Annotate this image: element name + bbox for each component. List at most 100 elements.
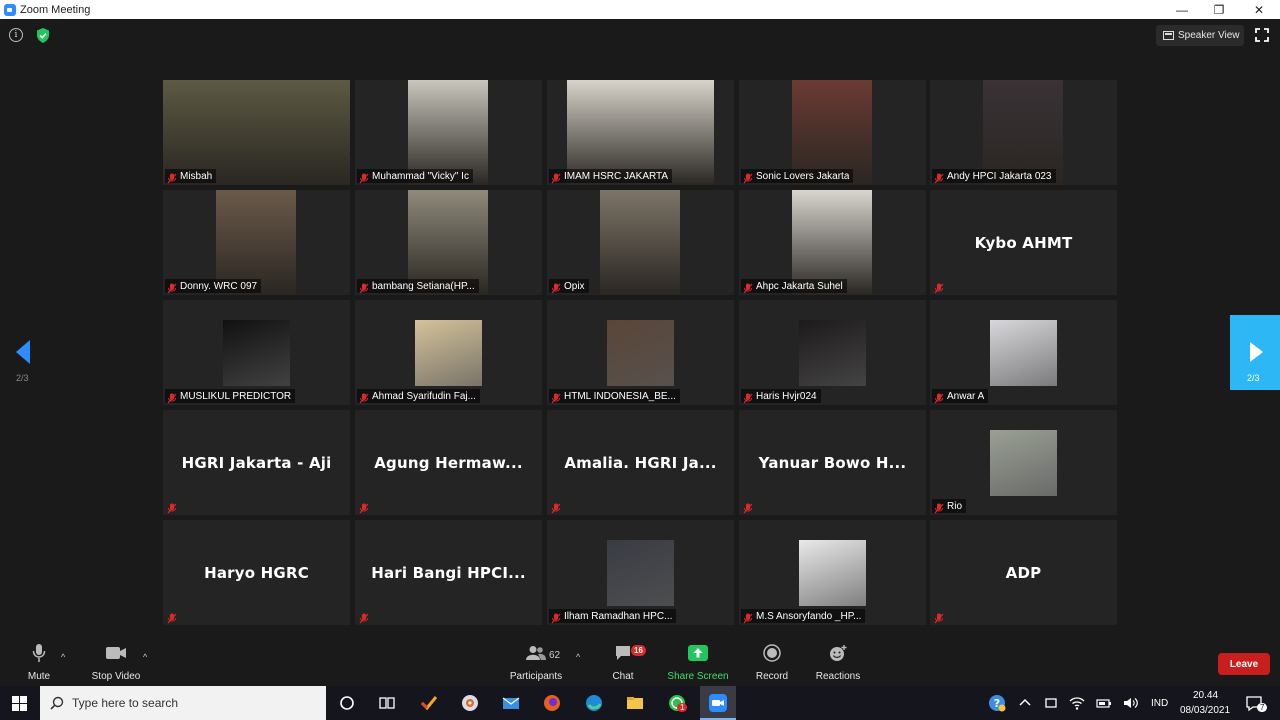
taskbar-search-box[interactable]: Type here to search (40, 686, 326, 720)
wifi-icon[interactable] (1068, 694, 1086, 712)
participant-tile[interactable]: Amalia. HGRI Ja... (547, 410, 734, 515)
tray-chevron-up-icon[interactable] (1016, 694, 1034, 712)
task-view-icon[interactable] (378, 694, 396, 712)
cortana-icon[interactable] (338, 694, 356, 712)
participant-name-tag (549, 499, 568, 513)
share-screen-button[interactable]: Share Screen (666, 640, 730, 686)
battery-icon[interactable] (1095, 694, 1113, 712)
participant-tile[interactable]: Andy HPCI Jakarta 023 (930, 80, 1117, 185)
leave-button[interactable]: Leave (1218, 653, 1270, 675)
participant-tile[interactable]: Muhammad "Vicky" Ic (355, 80, 542, 185)
participants-button[interactable]: Participants (506, 640, 566, 686)
microphone-muted-icon (359, 281, 369, 293)
participant-profile-picture (799, 540, 866, 606)
meet-now-icon[interactable] (1042, 694, 1060, 712)
previous-page-button[interactable]: 2/3 (12, 336, 36, 386)
fullscreen-icon[interactable] (1255, 28, 1269, 42)
stop-video-button[interactable]: Stop Video (88, 640, 144, 686)
maximize-button[interactable]: ❐ (1199, 0, 1239, 19)
participant-tile[interactable]: Ahmad Syarifudin Faj... (355, 300, 542, 405)
page-indicator-left: 2/3 (16, 373, 29, 383)
participant-tile[interactable]: Yanuar Bowo H... (739, 410, 926, 515)
mute-button[interactable]: Mute (24, 640, 54, 686)
participant-tile[interactable]: HGRI Jakarta - Aji (163, 410, 350, 515)
windows-start-icon[interactable] (12, 696, 27, 711)
participant-name-label: MUSLIKUL PREDICTOR (180, 390, 292, 402)
reactions-button[interactable]: Reactions (813, 640, 863, 686)
chat-button[interactable]: 16 Chat (606, 640, 646, 686)
media-player-icon[interactable] (461, 694, 479, 712)
participant-tile[interactable]: Misbah (163, 80, 350, 185)
participant-name-label: Ahpc Jakarta Suhel (756, 280, 843, 292)
participant-tile[interactable]: Donny. WRC 097 (163, 190, 350, 295)
meeting-info-icon[interactable]: i (9, 28, 23, 42)
microphone-muted-icon (551, 171, 561, 183)
participant-name-tag: MUSLIKUL PREDICTOR (165, 389, 296, 403)
participant-video (600, 190, 680, 295)
chat-label: Chat (612, 671, 634, 682)
participant-display-name: ADP (1005, 563, 1042, 582)
participant-tile[interactable]: Haris Hvjr024 (739, 300, 926, 405)
participant-display-name: HGRI Jakarta - Aji (181, 453, 332, 472)
participant-name-label: IMAM HSRC JAKARTA (564, 170, 669, 182)
zoom-taskbar-button[interactable] (700, 686, 736, 720)
zoom-logo-icon (4, 3, 16, 16)
minimize-button[interactable]: — (1162, 0, 1202, 19)
participant-name-tag: M.S Ansoryfando _HP... (741, 609, 866, 623)
volume-icon[interactable] (1122, 694, 1140, 712)
participant-tile[interactable]: Sonic Lovers Jakarta (739, 80, 926, 185)
mail-icon[interactable] (502, 694, 520, 712)
participant-tile[interactable]: IMAM HSRC JAKARTA (547, 80, 734, 185)
participant-display-name: Haryo HGRC (204, 563, 309, 582)
audio-options-caret[interactable]: ^ (61, 652, 65, 662)
edge-browser-icon[interactable] (585, 694, 603, 712)
microphone-muted-icon (167, 171, 177, 183)
next-page-button[interactable]: 2/3 (1230, 315, 1280, 390)
participant-tile[interactable]: M.S Ansoryfando _HP... (739, 520, 926, 625)
participant-profile-picture (990, 320, 1057, 386)
participant-profile-picture (415, 320, 482, 386)
participants-options-caret[interactable]: ^ (576, 652, 580, 662)
encryption-shield-icon[interactable] (36, 28, 50, 43)
participant-tile[interactable]: Kybo AHMT (930, 190, 1117, 295)
emoji-smile-icon (828, 640, 848, 666)
participant-tile[interactable]: ADP (930, 520, 1117, 625)
participant-tile[interactable]: MUSLIKUL PREDICTOR (163, 300, 350, 405)
participant-name-label: Donny. WRC 097 (180, 280, 258, 292)
participant-name-tag: bambang Setiana(HP... (357, 279, 479, 293)
participant-tile[interactable]: Anwar A (930, 300, 1117, 405)
microphone-muted-icon (743, 501, 753, 513)
participant-name-label: Misbah (180, 170, 213, 182)
participant-name-tag (165, 499, 184, 513)
participant-tile[interactable]: Opix (547, 190, 734, 295)
participant-tile[interactable]: Ahpc Jakarta Suhel (739, 190, 926, 295)
speaker-view-button[interactable]: Speaker View (1156, 25, 1244, 46)
firefox-icon[interactable] (543, 694, 561, 712)
clock-time[interactable]: 20.44 (1193, 690, 1218, 701)
input-language[interactable]: IND (1151, 698, 1168, 709)
record-label: Record (755, 671, 789, 682)
clock-date[interactable]: 08/03/2021 (1180, 705, 1230, 716)
participant-tile[interactable]: Agung Hermaw... (355, 410, 542, 515)
chat-bubble-icon (614, 640, 632, 666)
record-button[interactable]: Record (752, 640, 792, 686)
participant-name-tag: Donny. WRC 097 (165, 279, 262, 293)
participant-profile-picture (607, 540, 674, 606)
participant-tile[interactable]: Rio (930, 410, 1117, 515)
participant-tile[interactable]: Haryo HGRC (163, 520, 350, 625)
file-explorer-icon[interactable] (626, 694, 644, 712)
microphone-muted-icon (167, 611, 177, 623)
participant-name-tag (165, 609, 184, 623)
microphone-muted-icon (359, 501, 369, 513)
participant-tile[interactable]: Hari Bangi HPCI... (355, 520, 542, 625)
close-button[interactable]: ✕ (1239, 0, 1279, 19)
video-options-caret[interactable]: ^ (143, 652, 147, 662)
help-icon[interactable]: ? (988, 694, 1006, 712)
participant-tile[interactable]: HTML INDONESIA_BE... (547, 300, 734, 405)
participants-count: 62 (549, 650, 561, 661)
gallery-grid: Misbah Muhammad "Vicky" Ic IMAM HSRC JAKAR… (163, 80, 1117, 625)
app-check-icon[interactable] (420, 694, 438, 712)
participant-tile[interactable]: bambang Setiana(HP... (355, 190, 542, 295)
participant-tile[interactable]: Ilham Ramadhan HPC... (547, 520, 734, 625)
participant-name-tag: HTML INDONESIA_BE... (549, 389, 680, 403)
